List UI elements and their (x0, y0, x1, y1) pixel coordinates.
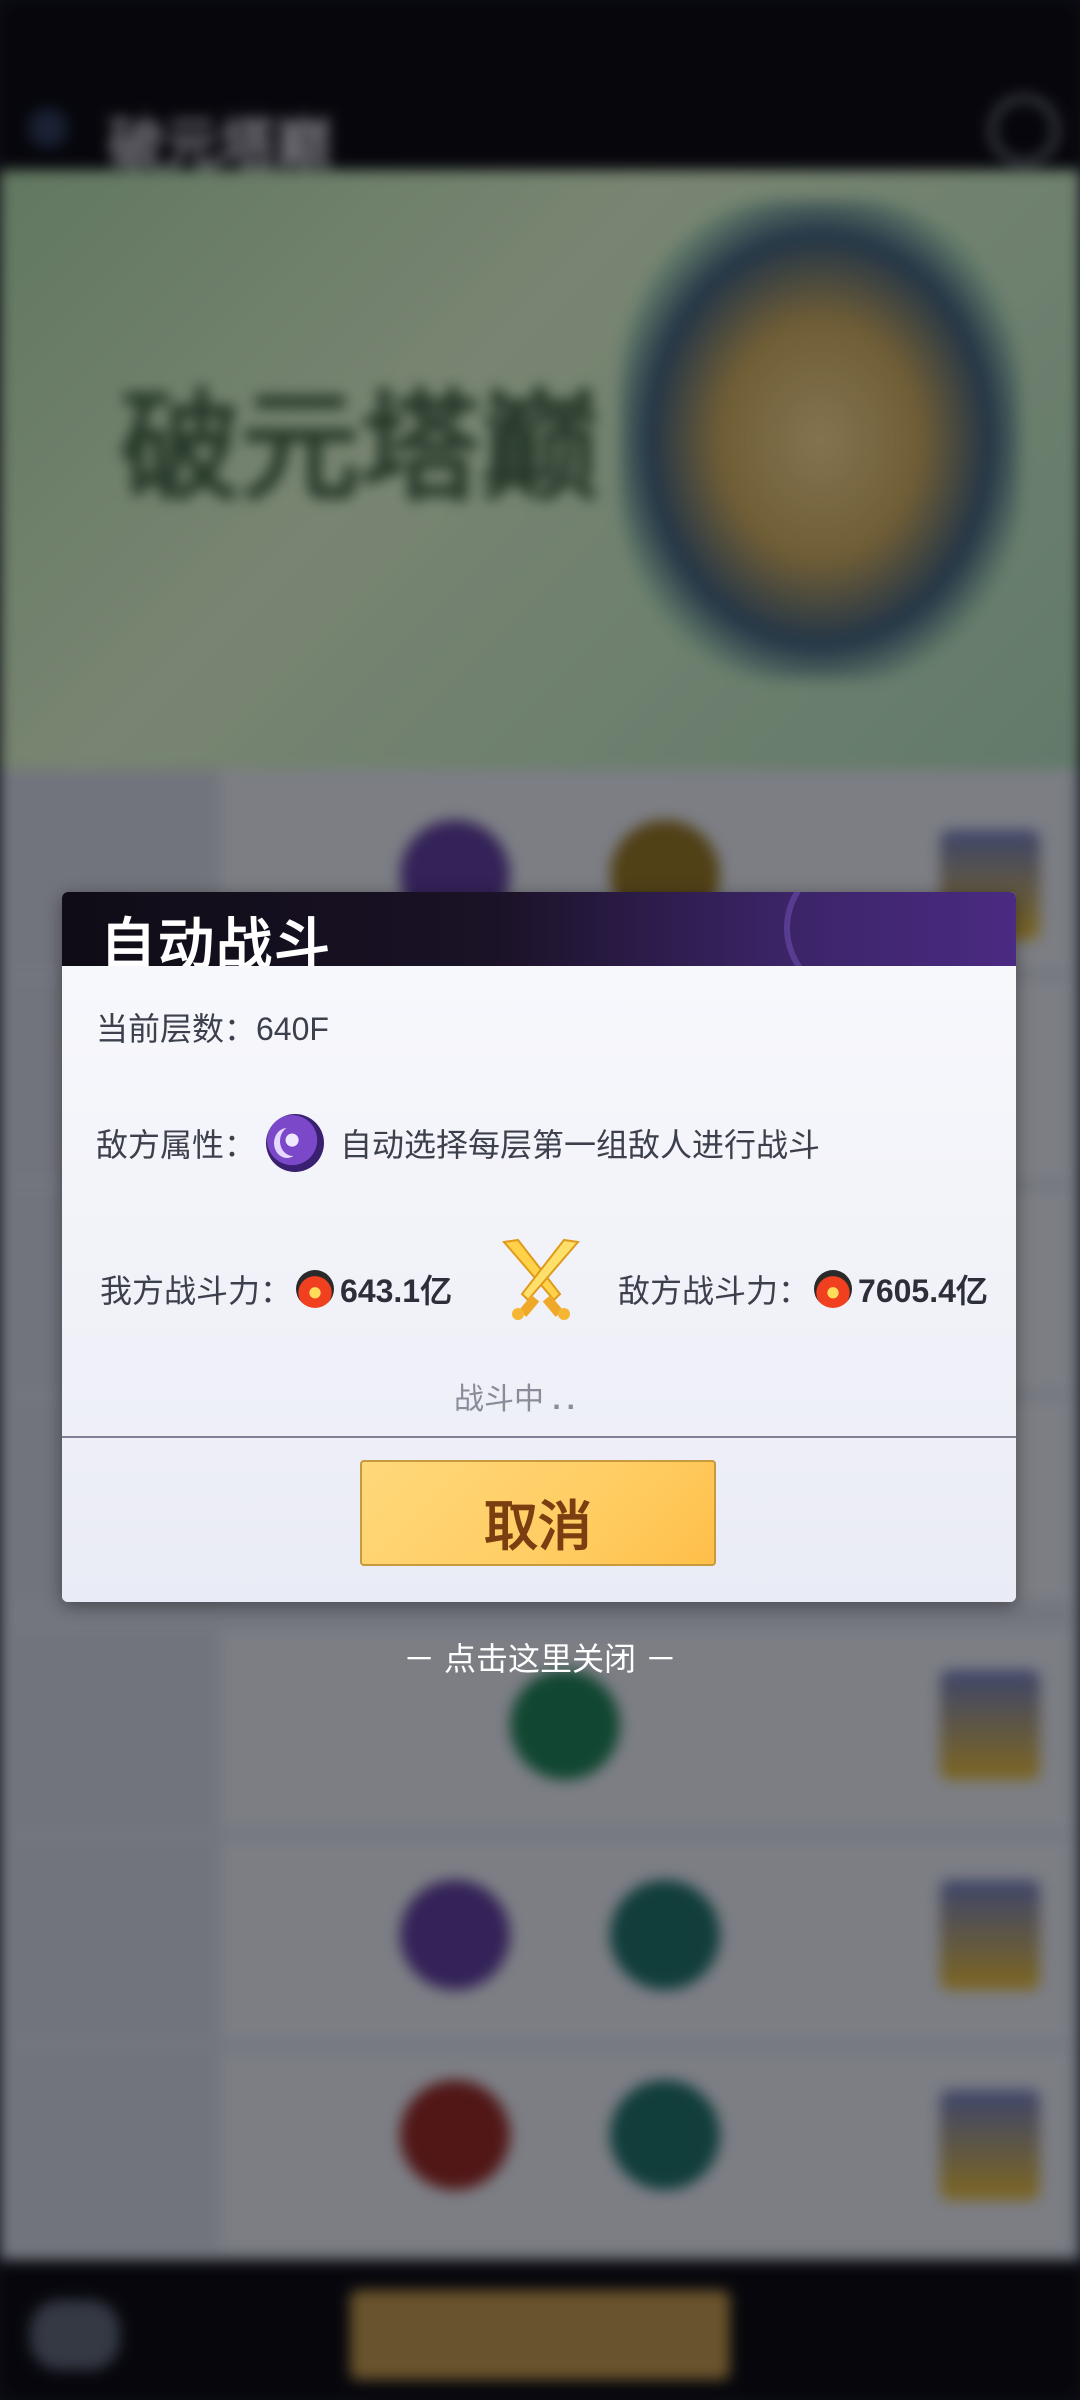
moon-element-icon (266, 1114, 325, 1172)
cancel-button-label: 取消 (484, 1494, 592, 1558)
auto-battle-dialog: 自动战斗 当前层数：640F 敌方属性： 自动选择每层第一组敌人进行战斗 我方战… (62, 892, 1016, 1602)
battle-status: 战斗中 .. (454, 1374, 581, 1418)
close-hint-link[interactable]: － 点击这里关闭 － (0, 1634, 1080, 1680)
enemy-attribute-label: 敌方属性： (96, 1127, 257, 1163)
crossed-swords-icon (502, 1238, 580, 1320)
cancel-button[interactable]: 取消 (360, 1460, 716, 1566)
my-power-label: 我方战斗力： (100, 1273, 293, 1309)
current-floor-text: 当前层数：640F (96, 1011, 329, 1047)
fire-icon (814, 1270, 853, 1308)
dialog-header: 自动战斗 (62, 892, 1016, 1024)
divider (62, 1436, 1016, 1438)
my-power-value: 643.1亿 (340, 1273, 453, 1309)
enemy-attribute-text: 自动选择每层第一组敌人进行战斗 (340, 1127, 821, 1163)
enemy-power-value: 7605.4亿 (858, 1273, 988, 1309)
battle-status-text: 战斗中 (454, 1383, 544, 1416)
enemy-power-row: 敌方战斗力： 7605.4亿 (618, 1266, 988, 1312)
enemy-attribute-row: 敌方属性： 自动选择每层第一组敌人进行战斗 (96, 1114, 820, 1172)
my-power-row: 我方战斗力： 643.1亿 (100, 1266, 452, 1312)
fire-icon (296, 1270, 335, 1308)
enemy-power-label: 敌方战斗力： (618, 1273, 811, 1309)
loading-dots: .. (552, 1383, 582, 1416)
dialog-body: 当前层数：640F 敌方属性： 自动选择每层第一组敌人进行战斗 我方战斗力： 6… (62, 966, 1016, 1602)
